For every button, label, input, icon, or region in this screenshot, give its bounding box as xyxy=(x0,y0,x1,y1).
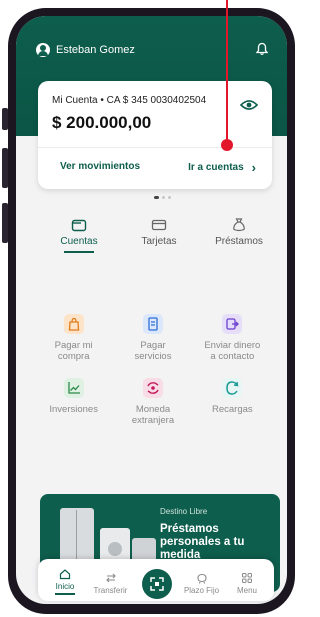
promo-tag: Destino Libre xyxy=(160,507,208,516)
tab-tarjetas[interactable]: Tarjetas xyxy=(124,218,194,253)
pay-services-button[interactable]: Pagar servicios xyxy=(113,314,192,362)
action-label: a contacto xyxy=(210,351,255,362)
refresh-icon xyxy=(222,378,243,398)
account-card: Mi Cuenta • CA $ 345 0030402504 $ 200.00… xyxy=(38,81,272,189)
quick-actions-grid: Pagar mi compra Pagar servicios Enviar d… xyxy=(34,314,272,426)
pager-dot[interactable] xyxy=(162,196,165,199)
pager-dot[interactable] xyxy=(154,196,159,199)
shopping-bag-icon xyxy=(63,314,84,334)
carousel-pager xyxy=(154,196,171,199)
card-icon xyxy=(151,219,167,231)
action-label: servicios xyxy=(134,351,172,362)
action-label: Inversiones xyxy=(49,404,98,415)
product-tabs: Cuentas Tarjetas Préstamos xyxy=(44,218,274,253)
tab-label: Préstamos xyxy=(215,236,263,247)
account-label: Mi Cuenta • CA $ 345 0030402504 xyxy=(52,95,207,106)
nav-label: Transferir xyxy=(93,586,128,595)
view-movements-link[interactable]: Ver movimientos xyxy=(60,161,140,172)
bell-icon[interactable] xyxy=(255,42,269,56)
action-label: Pagar mi xyxy=(54,340,93,351)
pay-purchase-button[interactable]: Pagar mi compra xyxy=(34,314,113,362)
nav-plazo-fijo[interactable]: Plazo Fijo xyxy=(181,572,223,595)
nav-transferir[interactable]: Transferir xyxy=(90,572,132,595)
action-label: Pagar xyxy=(140,340,166,351)
nav-label: Plazo Fijo xyxy=(183,586,220,595)
tab-cuentas[interactable]: Cuentas xyxy=(44,218,114,253)
account-balance: $ 200.000,00 xyxy=(52,113,152,132)
user-name: Esteban Gomez xyxy=(56,44,135,56)
washer-door xyxy=(108,542,122,556)
go-to-accounts-label: Ir a cuentas xyxy=(188,162,244,173)
wallet-icon xyxy=(71,219,87,232)
qr-scan-icon xyxy=(150,577,164,591)
action-label: compra xyxy=(57,351,90,362)
go-to-accounts-link[interactable]: Ir a cuentas › xyxy=(188,160,256,175)
volume-button xyxy=(2,148,8,188)
active-nav-indicator xyxy=(55,593,75,595)
send-money-button[interactable]: Enviar dinero a contacto xyxy=(193,314,272,362)
money-bag-icon xyxy=(233,218,245,232)
avatar-icon xyxy=(36,43,50,57)
home-icon xyxy=(59,569,71,580)
chart-icon xyxy=(63,378,84,398)
qr-scan-button[interactable] xyxy=(142,569,172,599)
action-label: Recargas xyxy=(211,404,253,415)
savings-icon xyxy=(196,573,207,584)
send-money-icon xyxy=(222,314,243,334)
nav-label: Inicio xyxy=(55,582,75,591)
currency-exchange-icon xyxy=(142,378,163,398)
active-tab-indicator xyxy=(64,251,94,253)
volume-button xyxy=(2,108,8,130)
tab-label: Cuentas xyxy=(60,236,98,247)
investments-button[interactable]: Inversiones xyxy=(34,378,113,426)
transfer-icon xyxy=(105,573,116,583)
recharges-button[interactable]: Recargas xyxy=(193,378,272,426)
tab-prestamos[interactable]: Préstamos xyxy=(204,218,274,253)
promo-title: Préstamos personales a tu medida xyxy=(160,523,245,561)
power-button xyxy=(2,203,8,243)
annotation-pointer-dot xyxy=(221,139,233,151)
nav-menu[interactable]: Menu xyxy=(226,572,268,595)
nav-inicio[interactable]: Inicio xyxy=(44,568,86,595)
action-label: Enviar dinero xyxy=(204,340,261,351)
grid-menu-icon xyxy=(242,573,252,583)
phone-frame: Esteban Gomez Mi Cuenta • CA $ 345 00304… xyxy=(2,8,295,614)
action-label: Moneda xyxy=(135,404,171,415)
action-label: extranjera xyxy=(131,415,175,426)
bill-icon xyxy=(142,314,163,334)
foreign-currency-button[interactable]: Moneda extranjera xyxy=(113,378,192,426)
card-divider xyxy=(38,147,272,148)
eye-icon[interactable] xyxy=(240,99,258,111)
app-screen: Esteban Gomez Mi Cuenta • CA $ 345 00304… xyxy=(16,16,287,604)
bottom-navigation: Inicio Transferir Plazo Fijo Menu xyxy=(38,559,274,601)
annotation-pointer-line xyxy=(226,0,228,140)
nav-label: Menu xyxy=(236,586,257,595)
tab-label: Tarjetas xyxy=(141,236,177,247)
user-menu[interactable]: Esteban Gomez xyxy=(36,43,135,57)
pager-dot[interactable] xyxy=(168,196,171,199)
chevron-right-icon: › xyxy=(251,160,256,175)
